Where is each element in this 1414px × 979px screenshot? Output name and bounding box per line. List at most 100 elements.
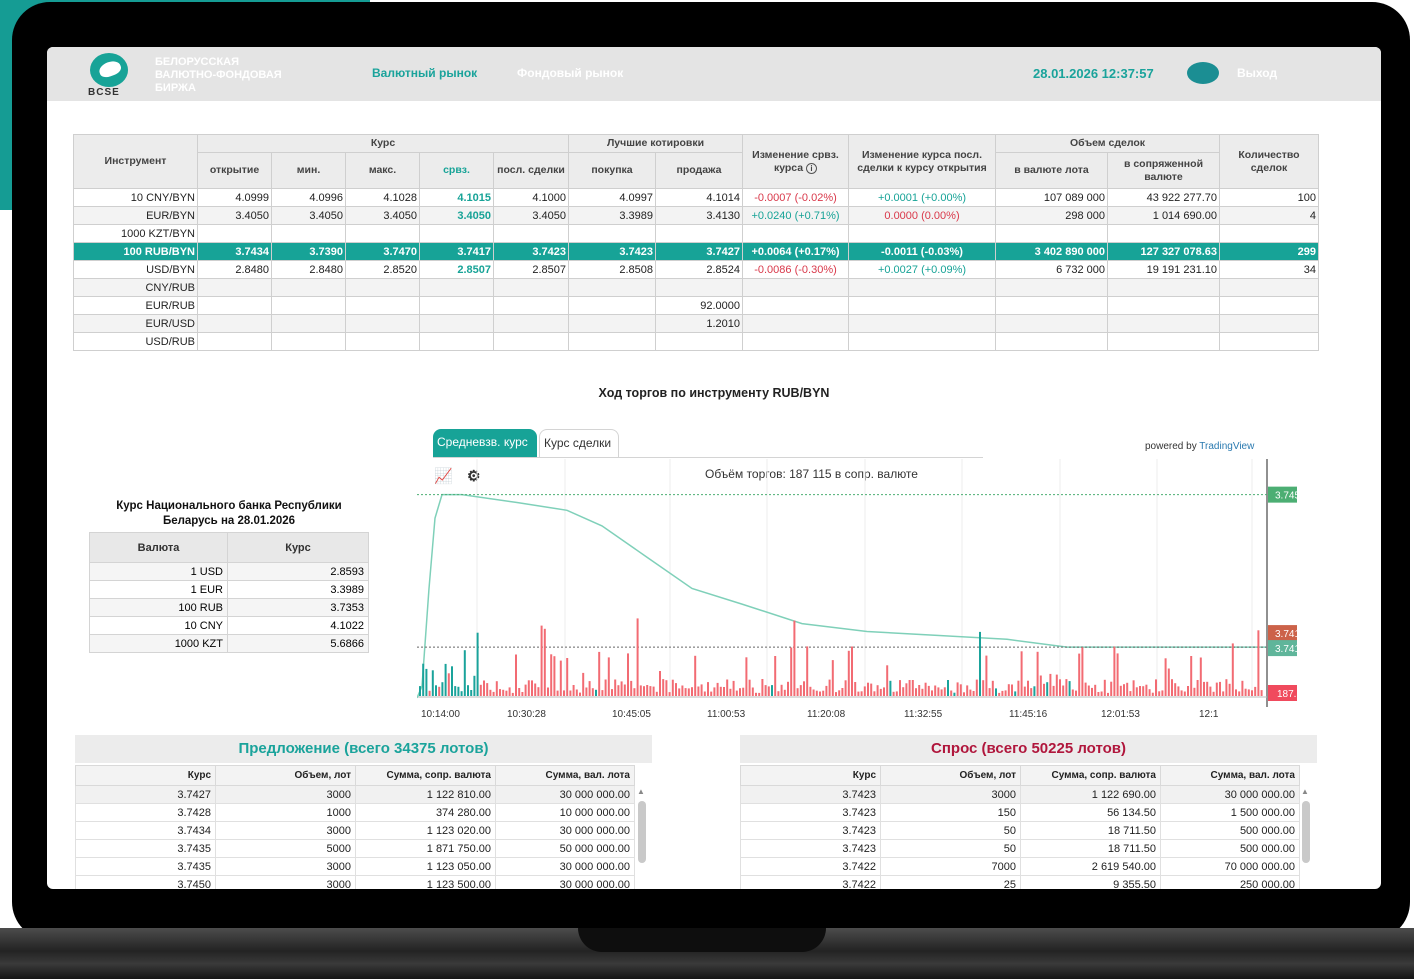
bcse-logo[interactable]: BCSE (87, 53, 133, 98)
demand-row[interactable]: 3.7423 150 56 134.50 1 500 000.00 (740, 803, 1300, 822)
quote-row[interactable]: EUR/USD 1.2010 (73, 314, 1319, 333)
quote-row[interactable]: 1000 KZT/BYN (73, 224, 1319, 243)
quote-cell (568, 314, 656, 333)
demand-scroll-thumb[interactable] (1302, 801, 1310, 863)
quote-row[interactable]: EUR/BYN 3.4050 3.4050 3.4050 3.4050 3.4050 3.3… (73, 206, 1319, 225)
volume-bar (979, 631, 981, 696)
demand-rows: 3.7423 3000 1 122 690.00 30 000 000.00 3.742… (740, 785, 1300, 889)
volume-bar (681, 685, 684, 696)
demand-title: Спрос (всего 50225 лотов) (740, 735, 1317, 763)
offer-row[interactable]: 3.7428 1000 374 280.00 10 000 000.00 (75, 803, 635, 822)
demand-scrollbar[interactable]: ▲ (1301, 787, 1311, 887)
demand-cell: 7000 (880, 857, 1021, 876)
volume-bar (703, 691, 706, 696)
volume-bar (620, 681, 623, 696)
volume-bar (1110, 681, 1113, 696)
quote-cell: 3.4050 (493, 206, 569, 225)
quote-row[interactable]: CNY/RUB (73, 278, 1319, 297)
quote-cell: USD/RUB (73, 332, 198, 351)
quote-cell (568, 278, 656, 297)
quote-row[interactable]: USD/BYN 2.8480 2.8480 2.8520 2.8507 2.8507 2.8… (73, 260, 1319, 279)
volume-bar (1036, 651, 1039, 696)
volume-bar (1116, 653, 1119, 696)
volume-bar (1222, 691, 1225, 696)
demand-row[interactable]: 3.7422 25 9 355.50 250 000.00 (740, 875, 1300, 889)
quote-cell: 3.4050 (197, 206, 272, 225)
volume-bar (755, 692, 757, 696)
quote-cell (271, 278, 346, 297)
demand-cell: 3.7423 (740, 785, 881, 804)
quote-cell (655, 332, 743, 351)
offer-row[interactable]: 3.7434 3000 1 123 020.00 30 000 000.00 (75, 821, 635, 840)
volume-bar (719, 686, 722, 696)
quote-row[interactable]: USD/RUB (73, 332, 1319, 351)
volume-bar (771, 685, 773, 696)
quote-cell: -0.0007 (-0.02%) (742, 188, 849, 207)
quote-row[interactable]: 10 CNY/BYN 4.0999 4.0996 4.1028 4.1015 4.1000… (73, 188, 1319, 207)
user-avatar-icon[interactable] (1187, 62, 1219, 84)
time-tick-label: 12:01:53 (1101, 709, 1140, 720)
volume-bar (998, 692, 1001, 696)
quote-cell: 3.3989 (568, 206, 656, 225)
offer-row[interactable]: 3.7427 3000 1 122 810.00 30 000 000.00 (75, 785, 635, 804)
volume-bar (438, 686, 441, 696)
demand-cell: 50 (880, 839, 1021, 858)
volume-bar (867, 682, 869, 696)
volume-bar (1158, 691, 1161, 696)
tab-weighted-rate[interactable]: Средневзв. курс (433, 429, 537, 457)
volume-bar (1196, 680, 1199, 696)
quote-row[interactable]: EUR/RUB 92.0000 (73, 296, 1319, 315)
quote-cell (197, 332, 272, 351)
logout-link[interactable]: Выход (1237, 66, 1277, 80)
quote-row[interactable]: 100 RUB/BYN 3.7434 3.7390 3.7470 3.7417 3.742… (73, 242, 1319, 261)
quote-cell: +0.0027 (+0.09%) (848, 260, 996, 279)
demand-row[interactable]: 3.7423 50 18 711.50 500 000.00 (740, 821, 1300, 840)
volume-bar (729, 688, 732, 696)
tab-deal-rate[interactable]: Курс сделки (539, 429, 619, 457)
volume-bar (1001, 690, 1004, 696)
demand-row[interactable]: 3.7423 3000 1 122 690.00 30 000 000.00 (740, 785, 1300, 804)
volume-bar (854, 682, 857, 696)
quote-cell: 4.0999 (197, 188, 272, 207)
volume-bar (1180, 690, 1183, 696)
volume-bar (975, 679, 978, 696)
price-chart[interactable]: 3.7456 3.7417 3.7417 187.12K 10:14:00 10:30:2… (417, 459, 1297, 723)
volume-bar (1103, 679, 1106, 696)
powered-prefix: powered by (1145, 441, 1200, 452)
volume-bar (467, 685, 469, 696)
volume-bar (793, 620, 796, 696)
volume-bar (1231, 643, 1234, 696)
demand-row[interactable]: 3.7423 50 18 711.50 500 000.00 (740, 839, 1300, 858)
volume-bar (1161, 690, 1164, 696)
demand-cell: 3.7422 (740, 875, 881, 889)
quote-cell: 299 (1219, 242, 1319, 261)
nav-currency-market[interactable]: Валютный рынок (372, 66, 477, 80)
quote-cell (197, 224, 272, 243)
col-vol-conj: в сопряженной валюте (1107, 152, 1220, 189)
nav-stock-market[interactable]: Фондовый рынок (517, 66, 623, 80)
scroll-up-icon[interactable]: ▲ (637, 787, 645, 796)
offer-row[interactable]: 3.7450 3000 1 123 500.00 30 000 000.00 (75, 875, 635, 889)
volume-bar (1177, 686, 1180, 696)
volume-bar (988, 688, 991, 696)
volume-bar (601, 690, 604, 696)
volume-bar (940, 689, 943, 696)
quotes-table: Инструмент Курс Лучшие котировки Изменен… (73, 134, 1319, 351)
offer-row[interactable]: 3.7435 5000 1 871 750.00 50 000 000.00 (75, 839, 635, 858)
volume-bar (963, 692, 965, 696)
volume-bar (639, 685, 642, 696)
tradingview-link[interactable]: TradingView (1199, 441, 1254, 452)
volume-bar (1132, 680, 1135, 696)
offer-row[interactable]: 3.7435 3000 1 123 050.00 30 000 000.00 (75, 857, 635, 876)
volume-bar (486, 683, 489, 696)
volume-bar (934, 685, 937, 696)
quote-cell (345, 332, 420, 351)
volume-bar (1119, 685, 1122, 696)
scroll-up-icon[interactable]: ▲ (1301, 787, 1309, 796)
offer-scroll-thumb[interactable] (638, 801, 646, 863)
volume-bar (915, 688, 917, 696)
quote-cell: 2.8508 (568, 260, 656, 279)
info-icon[interactable]: i (806, 162, 818, 174)
offer-scrollbar[interactable]: ▲ (637, 787, 647, 887)
demand-row[interactable]: 3.7422 7000 2 619 540.00 70 000 000.00 (740, 857, 1300, 876)
